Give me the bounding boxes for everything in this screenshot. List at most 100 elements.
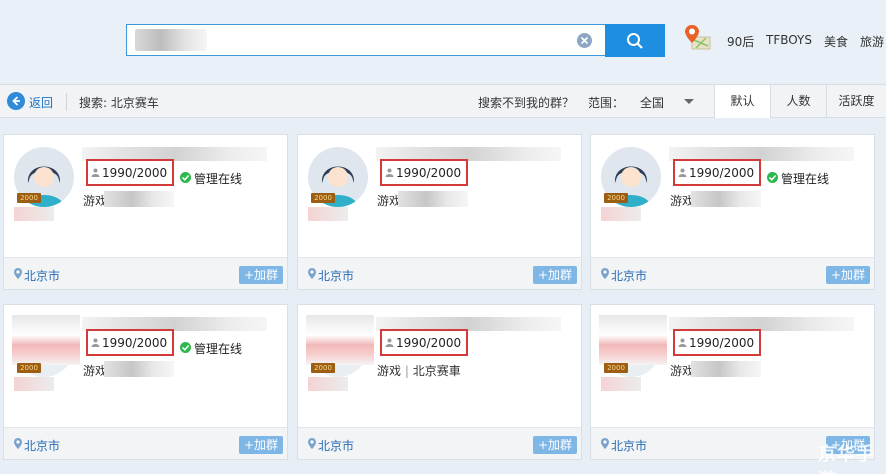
toolbar-divider — [66, 93, 67, 111]
group-card[interactable]: 2000 1990/2000 管理在线 游戏 北京市 +加群 — [3, 134, 288, 290]
search-blurred-prefix — [135, 29, 207, 51]
member-count: 1990/2000 — [689, 336, 755, 350]
category-tag: 游戏 | 北京赛車 — [377, 362, 461, 379]
search-box[interactable] — [126, 24, 606, 56]
chevron-down-icon — [684, 99, 694, 104]
members-icon — [91, 168, 100, 177]
check-icon — [767, 172, 778, 183]
search-input[interactable] — [217, 30, 567, 50]
info-blurred — [14, 377, 54, 391]
category-extra: 北京赛車 — [412, 364, 461, 378]
card-footer: 北京市 +加群 — [591, 257, 874, 289]
members-icon — [385, 168, 394, 177]
city-label[interactable]: 北京市 — [24, 267, 60, 284]
info-blurred — [14, 207, 54, 221]
tab-sort-activity[interactable]: 活跃度 — [826, 85, 886, 118]
member-count-highlight: 1990/2000 — [86, 159, 174, 186]
tag-separator: | — [404, 364, 409, 378]
hot-tag-travel[interactable]: 旅游 — [860, 33, 884, 50]
tag-blurred — [104, 191, 174, 207]
info-blurred — [601, 377, 641, 391]
check-icon — [180, 172, 191, 183]
back-link[interactable]: 返回 — [29, 94, 53, 111]
cant-find-link[interactable]: 搜索不到我的群？ — [478, 94, 574, 111]
range-value: 全国 — [640, 96, 665, 110]
level-badge: 2000 — [604, 193, 628, 203]
join-group-button[interactable]: +加群 — [825, 266, 870, 284]
city-label[interactable]: 北京市 — [318, 267, 354, 284]
member-count-highlight: 1990/2000 — [380, 159, 468, 186]
level-badge: 2000 — [604, 363, 628, 373]
member-count-highlight: 1990/2000 — [86, 329, 174, 356]
group-card[interactable]: 2000 1990/2000 管理在线 游戏 北京市 +加群 — [3, 304, 288, 460]
admin-online-label: 管理在线 — [194, 172, 243, 186]
member-count: 1990/2000 — [396, 166, 462, 180]
members-icon — [91, 338, 100, 347]
tab-sort-members[interactable]: 人数 — [770, 85, 826, 118]
info-blurred — [308, 377, 348, 391]
tag-blurred — [691, 191, 761, 207]
info-blurred — [308, 207, 348, 221]
group-card[interactable]: 2000 1990/2000 游戏 北京市 +加群 — [297, 134, 582, 290]
group-card[interactable]: 2000 1990/2000 管理在线 游戏 北京市 +加群 — [590, 134, 875, 290]
join-group-button[interactable]: +加群 — [238, 266, 283, 284]
group-card[interactable]: 2000 1990/2000 游戏 | 北京赛車北京市 +加群 — [297, 304, 582, 460]
group-card[interactable]: 2000 1990/2000 游戏 北京市 +加群 — [590, 304, 875, 460]
tag-blurred — [398, 191, 468, 207]
tag-blurred — [104, 361, 174, 377]
search-button[interactable] — [605, 24, 665, 57]
members-icon — [385, 338, 394, 347]
city-label[interactable]: 北京市 — [611, 437, 647, 454]
location-pin-icon — [308, 438, 316, 449]
range-select[interactable]: 全国 — [632, 90, 698, 112]
range-label: 范围： — [588, 96, 625, 110]
member-count: 1990/2000 — [689, 166, 755, 180]
back-icon[interactable] — [7, 92, 25, 110]
join-group-button[interactable]: +加群 — [532, 266, 577, 284]
join-group-button[interactable]: +加群 — [238, 436, 283, 454]
tab-sort-default[interactable]: 默认 — [714, 85, 770, 118]
watermark: 京华手游 — [818, 444, 875, 474]
hot-tag-food[interactable]: 美食 — [824, 33, 848, 50]
location-pin-icon — [308, 268, 316, 279]
map-pin-icon[interactable] — [682, 22, 712, 52]
level-badge: 2000 — [311, 193, 335, 203]
join-group-button[interactable]: +加群 — [532, 436, 577, 454]
location-pin-icon — [601, 438, 609, 449]
avatar-blurred — [12, 315, 80, 365]
location-pin-icon — [14, 268, 22, 279]
members-icon — [678, 168, 687, 177]
member-count: 1990/2000 — [396, 336, 462, 350]
location-pin-icon — [14, 438, 22, 449]
card-footer: 北京市 +加群 — [298, 427, 581, 459]
level-badge: 2000 — [311, 363, 335, 373]
card-footer: 北京市 +加群 — [298, 257, 581, 289]
card-footer: 北京市 +加群 — [4, 257, 287, 289]
member-count-highlight: 1990/2000 — [673, 329, 761, 356]
result-toolbar: 返回 搜索: 北京赛车 搜索不到我的群？ 范围： 全国 默认 人数 活跃度 — [0, 84, 886, 118]
member-count-highlight: 1990/2000 — [673, 159, 761, 186]
top-bar: 90后 TFBOYS 美食 旅游 — [0, 0, 886, 82]
city-label[interactable]: 北京市 — [318, 437, 354, 454]
location-pin-icon — [601, 268, 609, 279]
hot-tag-tfboys[interactable]: TFBOYS — [766, 33, 812, 47]
check-icon — [180, 342, 191, 353]
search-icon — [627, 33, 643, 49]
avatar-blurred — [599, 315, 667, 365]
member-count: 1990/2000 — [102, 166, 168, 180]
admin-online-label: 管理在线 — [781, 172, 830, 186]
members-icon — [678, 338, 687, 347]
member-count: 1990/2000 — [102, 336, 168, 350]
tag-blurred — [691, 361, 761, 377]
info-blurred — [601, 207, 641, 221]
clear-icon[interactable] — [577, 33, 592, 48]
level-badge: 2000 — [17, 363, 41, 373]
level-badge: 2000 — [17, 193, 41, 203]
city-label[interactable]: 北京市 — [611, 267, 647, 284]
hot-tag-90s[interactable]: 90后 — [727, 33, 754, 50]
avatar-blurred — [306, 315, 374, 365]
city-label[interactable]: 北京市 — [24, 437, 60, 454]
admin-online-label: 管理在线 — [194, 342, 243, 356]
card-footer: 北京市 +加群 — [4, 427, 287, 459]
category-label: 游戏 — [377, 364, 402, 378]
